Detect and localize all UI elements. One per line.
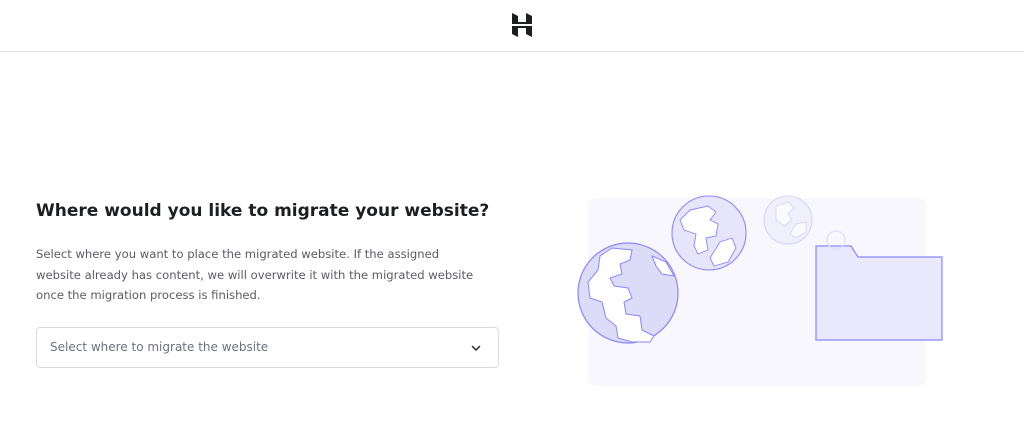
migration-illustration [570, 190, 950, 390]
migration-destination-select[interactable]: Select where to migrate the website [36, 327, 499, 368]
top-bar [0, 0, 1024, 52]
migration-destination-section: Where would you like to migrate your web… [36, 198, 499, 368]
chevron-down-icon [471, 345, 481, 351]
illustration-graphic [577, 195, 943, 344]
globe-icon [671, 195, 747, 271]
page-description: Select where you want to place the migra… [36, 247, 474, 303]
globe-icon [577, 242, 679, 344]
globe-icon [763, 195, 813, 245]
hostinger-logo-icon[interactable] [510, 12, 534, 38]
folder-icon [815, 230, 943, 341]
select-placeholder: Select where to migrate the website [50, 340, 269, 354]
page-title: Where would you like to migrate your web… [36, 201, 490, 221]
